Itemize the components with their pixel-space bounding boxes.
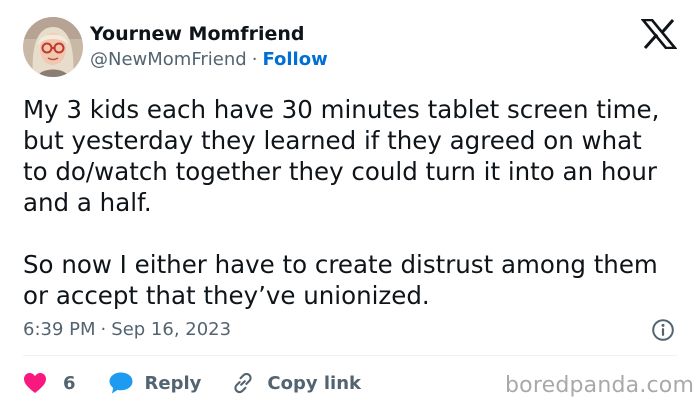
- display-name[interactable]: Yournew Momfriend: [90, 21, 304, 47]
- copy-link-label: Copy link: [267, 372, 361, 394]
- info-icon[interactable]: [651, 318, 675, 342]
- handle-separator: ·: [251, 49, 258, 70]
- copy-link-button[interactable]: Copy link: [231, 371, 361, 395]
- like-button[interactable]: 6: [23, 372, 76, 394]
- tweet-actions: 6 Reply Copy link: [23, 366, 361, 400]
- reply-label: Reply: [144, 372, 202, 394]
- x-logo-icon[interactable]: [640, 18, 678, 50]
- reply-bubble-icon: [109, 372, 133, 394]
- link-icon: [234, 372, 253, 394]
- handle-row: @NewMomFriend · Follow: [90, 47, 328, 73]
- divider: [23, 355, 677, 356]
- user-handle[interactable]: @NewMomFriend: [90, 49, 247, 70]
- heart-icon: [24, 373, 46, 393]
- reply-button[interactable]: Reply: [108, 371, 202, 395]
- tweet-text: My 3 kids each have 30 minutes tablet sc…: [23, 95, 660, 310]
- timestamp-separator: ·: [100, 319, 107, 340]
- follow-button[interactable]: Follow: [262, 49, 327, 70]
- like-count: 6: [63, 372, 76, 394]
- watermark: boredpanda.com: [505, 373, 695, 398]
- avatar[interactable]: [23, 17, 83, 77]
- tweet-time: 6:39 PM: [23, 319, 96, 340]
- user-avatar-photo: [23, 17, 83, 77]
- tweet-timestamp[interactable]: 6:39 PM · Sep 16, 2023: [23, 318, 231, 342]
- tweet-date: Sep 16, 2023: [111, 319, 232, 340]
